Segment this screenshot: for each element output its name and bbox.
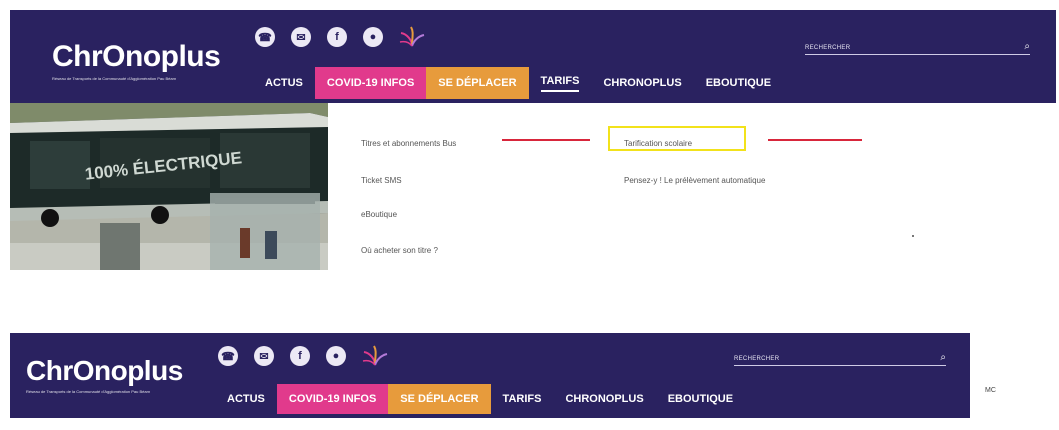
site-header-top: ChrOnoplus Réseau de Transports de la Co…: [10, 10, 1056, 103]
phone-icon[interactable]: ☎: [218, 346, 238, 366]
social-icons: ☎ ✉ f ●: [255, 26, 425, 48]
site-logo[interactable]: ChrOnoplus Réseau de Transports de la Co…: [52, 40, 221, 81]
annotation-highlight-box: [608, 126, 746, 151]
nav-se-deplacer[interactable]: SE DÉPLACER: [426, 67, 529, 99]
menu-item-ticket-sms[interactable]: Ticket SMS: [361, 176, 402, 185]
search-input[interactable]: RECHERCHER: [734, 356, 940, 365]
nav-chronoplus[interactable]: CHRONOPLUS: [553, 384, 655, 414]
mail-icon[interactable]: ✉: [291, 27, 311, 47]
nav-covid-infos[interactable]: COVID-19 INFOS: [276, 384, 389, 414]
site-header-bottom: ChrOnoplus Réseau de Transports de la Co…: [10, 333, 970, 418]
menu-item-ou-acheter[interactable]: Où acheter son titre ?: [361, 246, 438, 255]
menu-item-titres-abonnements[interactable]: Titres et abonnements Bus: [361, 139, 456, 148]
nav-eboutique[interactable]: EBOUTIQUE: [694, 67, 783, 99]
social-icons: ☎ ✉ f ●: [218, 345, 388, 367]
dot-mark: [912, 235, 914, 237]
nav-tarifs[interactable]: TARIFS: [529, 67, 592, 99]
search-bar[interactable]: RECHERCHER ⌕: [734, 347, 946, 366]
facebook-icon[interactable]: f: [290, 346, 310, 366]
nav-actus[interactable]: ACTUS: [253, 67, 315, 99]
main-nav: ACTUS COVID-19 INFOS SE DÉPLACER TARIFS …: [253, 67, 783, 99]
flower-logo-icon: [362, 345, 388, 366]
logo-text: ChrOnoplus: [52, 40, 221, 73]
logo-text: ChrOnoplus: [26, 355, 183, 386]
side-text: MC: [985, 387, 996, 394]
search-input[interactable]: RECHERCHER: [805, 45, 1024, 54]
annotation-red-line-left: [502, 139, 590, 141]
menu-item-eboutique[interactable]: eBoutique: [361, 210, 397, 219]
logo-subtitle: Réseau de Transports de la Communauté d'…: [52, 76, 177, 81]
facebook-icon[interactable]: f: [327, 27, 347, 47]
nav-eboutique[interactable]: EBOUTIQUE: [656, 384, 745, 414]
nav-covid-infos[interactable]: COVID-19 INFOS: [314, 67, 427, 99]
location-icon[interactable]: ●: [363, 27, 383, 47]
annotation-red-line-right: [768, 139, 862, 141]
nav-se-deplacer[interactable]: SE DÉPLACER: [388, 384, 491, 414]
search-icon[interactable]: ⌕: [940, 352, 946, 365]
search-icon[interactable]: ⌕: [1024, 41, 1030, 54]
location-icon[interactable]: ●: [326, 346, 346, 366]
main-nav: ACTUS COVID-19 INFOS SE DÉPLACER TARIFS …: [215, 384, 745, 414]
bus-photo: 100% ÉLECTRIQUE: [10, 103, 328, 270]
nav-tarifs[interactable]: TARIFS: [491, 384, 554, 414]
flower-logo-icon: [399, 26, 425, 47]
search-bar[interactable]: RECHERCHER ⌕: [805, 34, 1030, 55]
mail-icon[interactable]: ✉: [254, 346, 274, 366]
site-logo[interactable]: ChrOnoplus Réseau de Transports de la Co…: [26, 355, 183, 394]
logo-subtitle: Réseau de Transports de la Communauté d'…: [26, 389, 151, 394]
nav-actus[interactable]: ACTUS: [215, 384, 277, 414]
menu-item-prelevement-automatique[interactable]: Pensez-y ! Le prélèvement automatique: [624, 176, 765, 185]
phone-icon[interactable]: ☎: [255, 27, 275, 47]
nav-chronoplus[interactable]: CHRONOPLUS: [591, 67, 693, 99]
